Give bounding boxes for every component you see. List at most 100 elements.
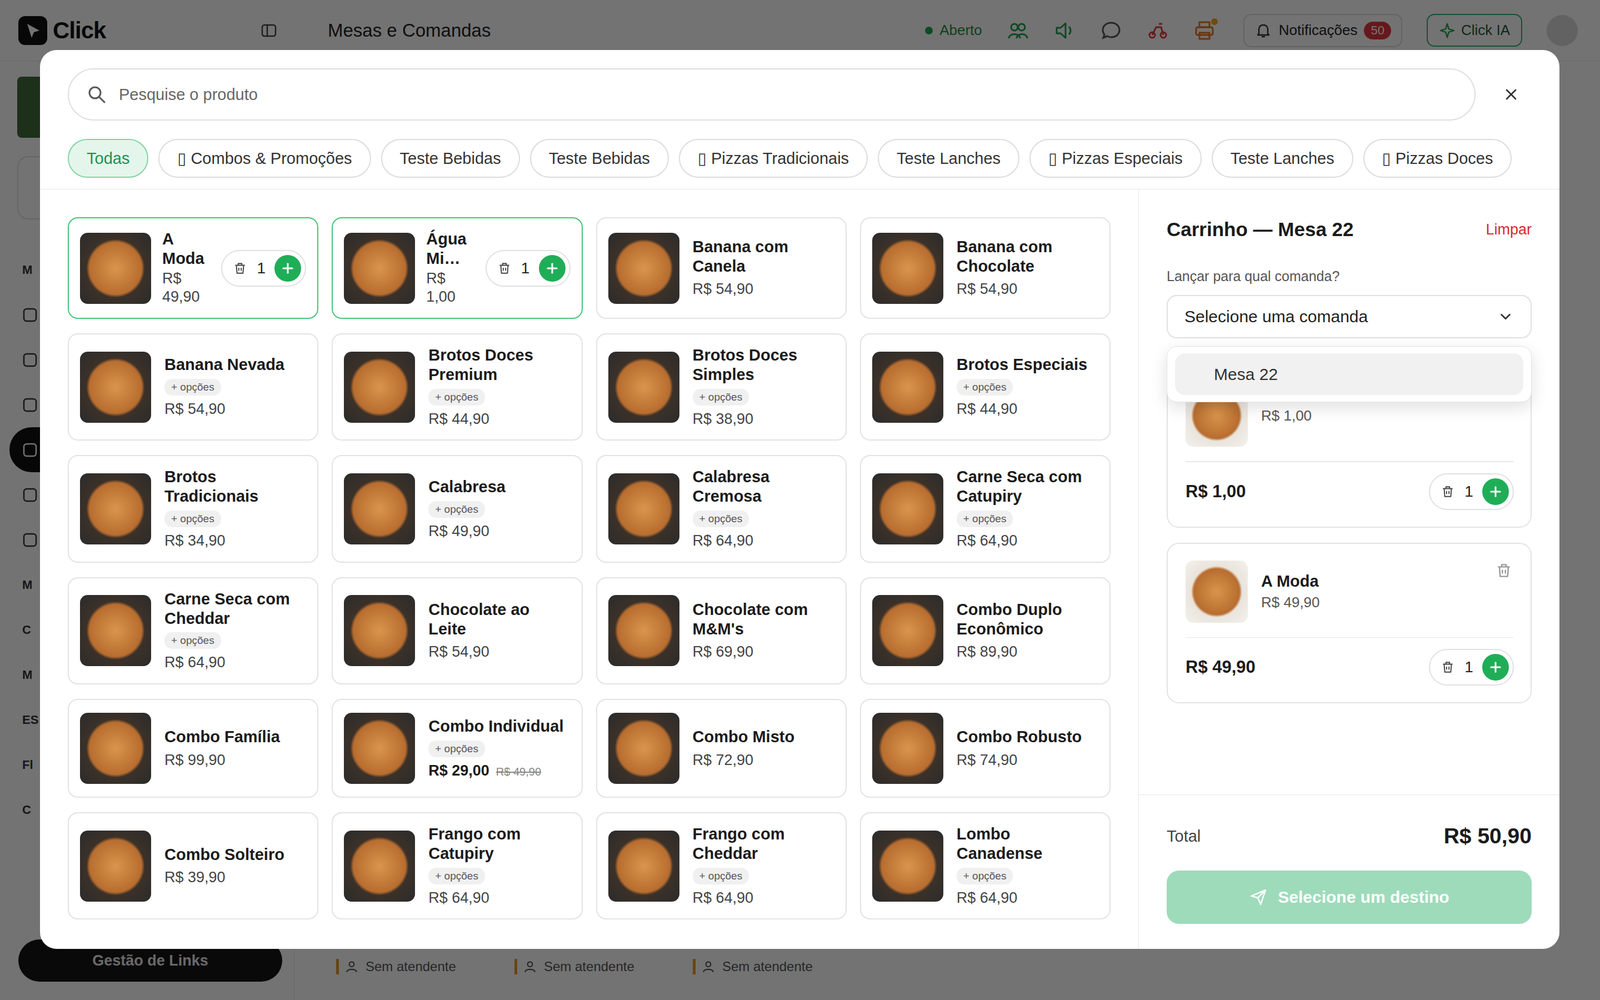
plus-icon [1487, 659, 1504, 675]
options-tag: + opções [692, 388, 750, 406]
add-button[interactable] [1482, 478, 1509, 505]
product-card[interactable]: Calabresa Cremosa+ opçõesR$ 64,90 [596, 455, 847, 563]
app-shell: ClickMesas e ComandasAbertoNotificações5… [0, 0, 1600, 1000]
quantity-control: 1 [1428, 648, 1514, 686]
product-image [872, 232, 944, 304]
product-card[interactable]: Carne Seca com Cheddar+ opçõesR$ 64,90 [67, 577, 319, 685]
search-field[interactable]: Pesquise o produto [67, 68, 1476, 121]
category-tab[interactable]: Teste Lanches [877, 138, 1020, 178]
product-card[interactable]: Brotos Doces Simples+ opçõesR$ 38,90 [596, 333, 847, 441]
product-price: R$ 64,90 [164, 653, 226, 673]
modal-header: Pesquise o produto Todas▯ Combos & Promoç… [40, 50, 1560, 190]
cart-item-info: R$ 1,00 [1261, 407, 1481, 425]
cart-item-total: R$ 1,00 [1185, 481, 1247, 502]
quantity-value: 1 [256, 259, 266, 278]
product-price: R$ 29,00 [428, 761, 490, 781]
product-price: R$ 54,90 [164, 400, 226, 419]
product-info: Brotos Especiais+ opçõesR$ 44,90 [956, 355, 1099, 419]
product-card[interactable]: Chocolate com M&M'sR$ 69,90 [596, 577, 847, 685]
product-name: Brotos Doces Premium [428, 345, 570, 385]
options-tag: + opções [428, 388, 485, 406]
product-image [872, 473, 944, 545]
options-tag: + opções [428, 501, 485, 518]
add-button[interactable] [1482, 653, 1509, 681]
product-card[interactable]: Banana com ChocolateR$ 54,90 [860, 217, 1111, 319]
quantity-control: 1 [1428, 473, 1514, 510]
tab-option[interactable]: Mesa 22 [1175, 353, 1524, 395]
product-name: Combo Duplo Econômico [956, 600, 1099, 639]
send-icon [1248, 887, 1268, 907]
remove-button[interactable] [232, 260, 248, 277]
options-tag: + opções [164, 510, 222, 528]
category-tab[interactable]: ▯ Pizzas Doces [1363, 138, 1513, 178]
product-image [343, 595, 415, 667]
product-card[interactable]: Combo FamíliaR$ 99,90 [67, 698, 319, 798]
product-card[interactable]: Combo Duplo EconômicoR$ 89,90 [860, 577, 1111, 685]
product-card[interactable]: Combo Individual+ opçõesR$ 29,00R$ 49,90 [331, 698, 583, 798]
product-info: Banana com ChocolateR$ 54,90 [956, 237, 1099, 299]
cart-item-image [1185, 560, 1248, 623]
product-price: R$ 69,90 [692, 642, 754, 662]
remove-button[interactable] [1440, 659, 1456, 675]
cart-title: Carrinho — Mesa 22 [1166, 218, 1354, 241]
product-name: Carne Seca com Catupiry [956, 467, 1099, 507]
product-price-row: R$ 64,90 [692, 888, 754, 908]
product-card[interactable]: Chocolate ao LeiteR$ 54,90 [331, 577, 583, 685]
product-card[interactable]: Brotos Doces Premium + opções R$ 44,90 [331, 333, 583, 441]
category-tab[interactable]: ▯ Pizzas Tradicionais [678, 138, 868, 178]
product-price: R$ 64,90 [428, 888, 490, 908]
product-card[interactable]: Combo RobustoR$ 74,90 [860, 698, 1111, 798]
clear-cart-button[interactable]: Limpar [1485, 221, 1532, 239]
product-card[interactable]: Água Mi…R$ 1,001 [331, 217, 583, 319]
tab-select[interactable]: Selecione uma comanda [1166, 295, 1532, 339]
close-button[interactable] [1493, 76, 1529, 113]
product-price: R$ 54,90 [692, 280, 754, 299]
product-card[interactable]: Brotos Especiais+ opçõesR$ 44,90 [860, 333, 1111, 441]
product-info: Água Mi…R$ 1,00 [426, 229, 474, 307]
cart-item-price: R$ 49,90 [1261, 593, 1481, 612]
product-price: R$ 34,90 [164, 531, 226, 551]
category-tab[interactable]: Teste Bebidas [530, 138, 669, 178]
product-price-row: R$ 64,90 [956, 531, 1018, 551]
cart-panel: Carrinho — Mesa 22LimparLançar para qual… [1138, 189, 1560, 949]
product-price-row: R$ 34,90 [164, 531, 226, 551]
product-card[interactable]: Lombo Canadense+ opçõesR$ 64,90 [860, 812, 1111, 920]
remove-button[interactable] [1440, 483, 1456, 500]
product-price: R$ 64,90 [956, 531, 1018, 551]
product-info: Combo Duplo EconômicoR$ 89,90 [956, 600, 1099, 662]
remove-button[interactable] [496, 260, 513, 277]
category-tab[interactable]: Teste Bebidas [381, 138, 520, 178]
category-tab[interactable]: Todas [67, 138, 149, 178]
product-price-row: R$ 44,90 [428, 410, 490, 429]
product-info: Combo Individual+ opçõesR$ 29,00R$ 49,90 [428, 716, 570, 781]
category-tab[interactable]: ▯ Pizzas Especiais [1029, 138, 1202, 178]
product-card[interactable]: A ModaR$ 49,901 [67, 217, 319, 319]
product-card[interactable]: Banana com CanelaR$ 54,90 [596, 217, 847, 319]
product-card[interactable]: Combo SolteiroR$ 39,90 [67, 812, 319, 920]
submit-button[interactable]: Selecione um destino [1166, 870, 1532, 924]
add-button[interactable] [538, 255, 566, 282]
product-card[interactable]: Brotos Tradicionais+ opçõesR$ 34,90 [67, 455, 319, 563]
close-icon [1503, 86, 1519, 103]
product-grid: A ModaR$ 49,901Água Mi…R$ 1,001Banana co… [67, 217, 1111, 920]
cart-remove-button[interactable] [1493, 560, 1514, 581]
product-price-row: R$ 29,00R$ 49,90 [428, 761, 542, 781]
product-name: A Moda [162, 229, 210, 269]
add-button[interactable] [274, 255, 302, 282]
product-info: Combo RobustoR$ 74,90 [956, 727, 1099, 770]
product-card[interactable]: Frango com Catupiry+ opçõesR$ 64,90 [331, 812, 583, 920]
product-name: Calabresa Cremosa [692, 467, 835, 507]
product-card[interactable]: Calabresa+ opçõesR$ 49,90 [331, 455, 583, 563]
product-card[interactable]: Banana Nevada+ opçõesR$ 54,90 [67, 333, 319, 441]
product-name: Banana Nevada [164, 355, 285, 375]
product-price-row: R$ 49,90 [428, 522, 490, 542]
product-card[interactable]: Carne Seca com Catupiry+ opçõesR$ 64,90 [860, 455, 1111, 563]
product-price-row: R$ 54,90 [164, 400, 226, 419]
product-name: Lombo Canadense [956, 824, 1099, 864]
category-tab[interactable]: Teste Lanches [1211, 138, 1354, 178]
product-card[interactable]: Frango com Cheddar+ opçõesR$ 64,90 [596, 812, 847, 920]
product-card[interactable]: Combo MistoR$ 72,90 [596, 698, 847, 798]
category-tab[interactable]: ▯ Combos & Promoções [158, 138, 371, 178]
product-price-row: R$ 69,90 [692, 642, 754, 662]
product-image [80, 830, 152, 902]
